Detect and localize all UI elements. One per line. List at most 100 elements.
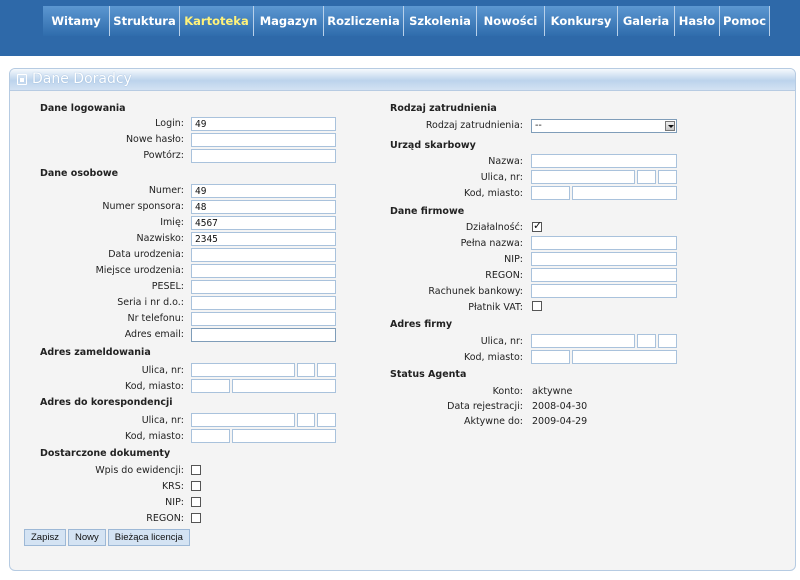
regon-firma-input[interactable] xyxy=(531,268,677,282)
us-nazwa-input[interactable] xyxy=(531,154,677,168)
panel-header: Dane Doradcy xyxy=(10,69,795,91)
firma-ulica-input[interactable] xyxy=(531,334,635,348)
email-input[interactable] xyxy=(191,328,336,342)
zameldowanie-nr-domu-input[interactable] xyxy=(297,363,315,377)
zameldowanie-nr-lokalu-input[interactable] xyxy=(317,363,336,377)
firma-miasto-input[interactable] xyxy=(572,350,677,364)
aktywne-do-value: 2009-04-29 xyxy=(532,416,588,427)
telefon-input[interactable] xyxy=(191,312,336,326)
korespondencja-ulica-label: Ulica, nr: xyxy=(141,415,184,426)
zameldowanie-kod-input[interactable] xyxy=(191,379,230,393)
krs-checkbox[interactable] xyxy=(191,481,201,491)
nip-dok-checkbox[interactable] xyxy=(191,497,201,507)
data-rejestracji-label: Data rejestracji: xyxy=(447,401,523,412)
dzialalnosc-label: Działalność: xyxy=(465,222,523,233)
pesel-label: PESEL: xyxy=(151,281,184,292)
miejsce-urodzenia-label: Miejsce urodzenia: xyxy=(95,265,184,276)
korespondencja-nr-lokalu-input[interactable] xyxy=(317,413,336,427)
imie-input[interactable] xyxy=(191,216,336,230)
rachunek-label: Rachunek bankowy: xyxy=(428,286,523,297)
nav-struktura[interactable]: Struktura xyxy=(110,6,180,36)
us-kod-input[interactable] xyxy=(531,186,570,200)
section-dane-logowania: Dane logowania xyxy=(40,103,126,114)
nav-nowosci[interactable]: Nowości xyxy=(477,6,545,36)
numer-input[interactable] xyxy=(191,184,336,198)
nav-szkolenia[interactable]: Szkolenia xyxy=(404,6,477,36)
us-miasto-input[interactable] xyxy=(572,186,677,200)
miejsce-urodzenia-input[interactable] xyxy=(191,264,336,278)
nip-firma-label: NIP: xyxy=(504,254,523,265)
konto-label: Konto: xyxy=(492,386,523,397)
firma-ulica-label: Ulica, nr: xyxy=(480,336,523,347)
platnik-vat-checkbox[interactable] xyxy=(532,301,542,311)
seria-label: Seria i nr d.o.: xyxy=(117,297,184,308)
biezaca-licencja-button[interactable]: Bieżąca licencja xyxy=(107,529,190,546)
nowe-haslo-label: Nowe hasło: xyxy=(125,134,184,145)
us-nr-lokalu-input[interactable] xyxy=(658,170,677,184)
zameldowanie-ulica-label: Ulica, nr: xyxy=(141,365,184,376)
wpis-label: Wpis do ewidencji: xyxy=(95,465,184,476)
section-dane-osobowe: Dane osobowe xyxy=(40,168,119,179)
firma-nr-lokalu-input[interactable] xyxy=(658,334,677,348)
zatrudnienie-select[interactable]: -- xyxy=(531,119,677,133)
nav-konkursy[interactable]: Konkursy xyxy=(545,6,618,36)
section-dane-firmowe: Dane firmowe xyxy=(390,206,465,217)
us-nr-domu-input[interactable] xyxy=(637,170,656,184)
zameldowanie-miasto-input[interactable] xyxy=(232,379,336,393)
button-bar: Zapisz Nowy Bieżąca licencja xyxy=(24,529,192,546)
us-ulica-input[interactable] xyxy=(531,170,635,184)
us-ulica-label: Ulica, nr: xyxy=(480,172,523,183)
nowe-haslo-input[interactable] xyxy=(191,133,336,147)
dzialalnosc-checkbox[interactable] xyxy=(532,219,542,232)
pelna-nazwa-input[interactable] xyxy=(531,236,677,250)
zatrudnienie-selected: -- xyxy=(535,120,542,131)
pesel-input[interactable] xyxy=(191,280,336,294)
nav-kartoteka[interactable]: Kartoteka xyxy=(180,6,254,36)
nazwisko-input[interactable] xyxy=(191,232,336,246)
section-status-agenta: Status Agenta xyxy=(390,369,467,380)
korespondencja-kod-input[interactable] xyxy=(191,429,230,443)
data-urodzenia-input[interactable] xyxy=(191,248,336,262)
nazwisko-label: Nazwisko: xyxy=(136,233,184,244)
korespondencja-miasto-input[interactable] xyxy=(232,429,336,443)
zameldowanie-kod-label: Kod, miasto: xyxy=(124,381,184,392)
nip-firma-input[interactable] xyxy=(531,252,677,266)
nowy-button[interactable]: Nowy xyxy=(67,529,106,546)
window-icon xyxy=(17,74,27,85)
data-urodzenia-label: Data urodzenia: xyxy=(108,249,184,260)
pelna-nazwa-label: Pełna nazwa: xyxy=(460,238,523,249)
sponsor-label: Numer sponsora: xyxy=(102,201,184,212)
panel-title: Dane Doradcy xyxy=(32,71,132,87)
nip-dok-label: NIP: xyxy=(165,497,184,508)
nav-pomoc[interactable]: Pomoc xyxy=(720,6,770,36)
section-dostarczone-dokumenty: Dostarczone dokumenty xyxy=(40,448,171,459)
numer-label: Numer: xyxy=(148,185,184,196)
powtorz-input[interactable] xyxy=(191,149,336,163)
sponsor-input[interactable] xyxy=(191,200,336,214)
main-nav: Witamy Struktura Kartoteka Magazyn Rozli… xyxy=(43,6,770,36)
telefon-label: Nr telefonu: xyxy=(127,313,185,324)
rachunek-input[interactable] xyxy=(531,284,677,298)
zameldowanie-ulica-input[interactable] xyxy=(191,363,295,377)
chevron-down-icon[interactable] xyxy=(665,121,675,131)
nav-magazyn[interactable]: Magazyn xyxy=(254,6,324,36)
wpis-checkbox[interactable] xyxy=(191,465,201,475)
firma-kod-input[interactable] xyxy=(531,350,570,364)
nav-haslo[interactable]: Hasło xyxy=(675,6,720,36)
korespondencja-nr-domu-input[interactable] xyxy=(297,413,315,427)
top-bar: Witamy Struktura Kartoteka Magazyn Rozli… xyxy=(0,0,800,56)
login-input[interactable] xyxy=(191,117,336,131)
zapisz-button[interactable]: Zapisz xyxy=(24,529,66,546)
regon-dok-checkbox[interactable] xyxy=(191,513,201,523)
firma-nr-domu-input[interactable] xyxy=(637,334,656,348)
nav-rozliczenia[interactable]: Rozliczenia xyxy=(324,6,404,36)
us-kod-label: Kod, miasto: xyxy=(463,188,523,199)
zatrudnienie-label: Rodzaj zatrudnienia: xyxy=(425,120,523,131)
nav-witamy[interactable]: Witamy xyxy=(43,6,110,36)
korespondencja-ulica-input[interactable] xyxy=(191,413,295,427)
seria-input[interactable] xyxy=(191,296,336,310)
section-adres-korespondencji: Adres do korespondencji xyxy=(40,397,173,408)
nav-galeria[interactable]: Galeria xyxy=(618,6,675,36)
dane-doradcy-panel: Dane Doradcy Dane logowania Login: Nowe … xyxy=(9,68,796,571)
regon-firma-label: REGON: xyxy=(485,270,523,281)
